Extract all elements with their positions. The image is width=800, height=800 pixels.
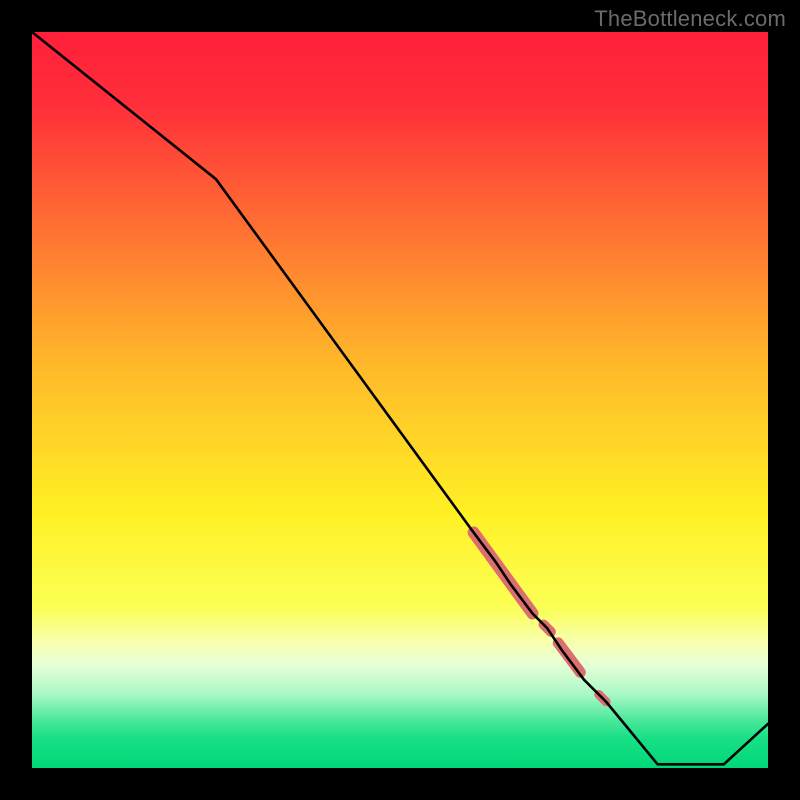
gradient-background [32, 32, 768, 768]
watermark-text: TheBottleneck.com [594, 6, 786, 32]
plot-area [32, 32, 768, 768]
chart-stage: TheBottleneck.com [0, 0, 800, 800]
chart-svg [32, 32, 768, 768]
